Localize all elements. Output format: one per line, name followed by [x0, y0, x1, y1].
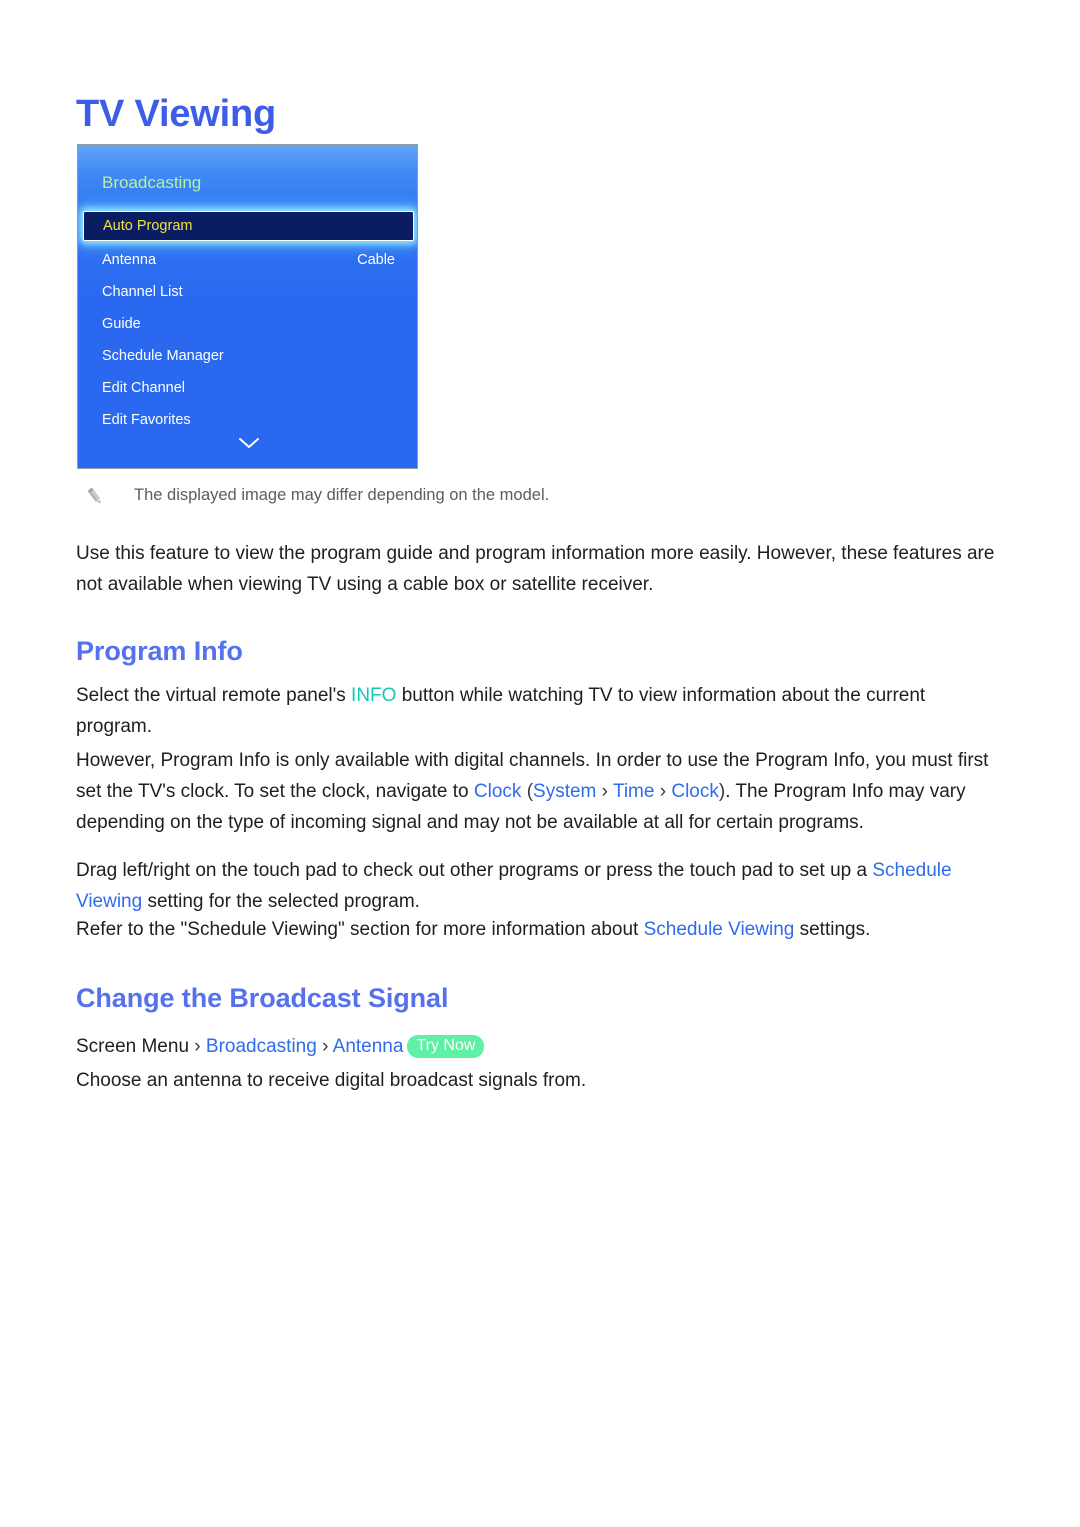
chevron-down-icon[interactable] [78, 437, 417, 450]
menu-link-system[interactable]: System [533, 781, 596, 802]
menu-link-broadcasting[interactable]: Broadcasting [206, 1036, 317, 1057]
page-title: TV Viewing [76, 93, 277, 136]
menu-separator: › [596, 781, 613, 802]
section-heading-change-broadcast-signal: Change the Broadcast Signal [76, 983, 449, 1014]
tv-menu-item-value: Cable [357, 252, 395, 268]
text-run: Select the virtual remote panel's [76, 685, 352, 706]
menu-link-clock[interactable]: Clock [474, 781, 522, 802]
text-run: settings. [794, 919, 871, 940]
tv-menu-item-edit-favorites[interactable]: Edit Favorites [78, 404, 417, 436]
note-line: The displayed image may differ depending… [84, 484, 549, 507]
note-text: The displayed image may differ depending… [134, 486, 550, 504]
try-now-badge[interactable]: Try Now [407, 1035, 485, 1058]
text-run: ( [521, 781, 534, 802]
tv-menu-item-label: Guide [102, 316, 141, 332]
tv-menu-item-edit-channel[interactable]: Edit Channel [78, 372, 417, 404]
intro-paragraph: Use this feature to view the program gui… [76, 543, 995, 595]
menu-separator: › [316, 1036, 333, 1057]
program-info-paragraph-4: Refer to the "Schedule Viewing" section … [76, 914, 1000, 945]
breadcrumb-root: Screen Menu [76, 1036, 190, 1057]
tv-menu-item-label: Edit Favorites [102, 412, 191, 428]
info-button-reference: INFO [351, 685, 397, 706]
menu-separator: › [189, 1036, 206, 1057]
pencil-icon [84, 485, 106, 507]
document-page: TV Viewing Broadcasting Auto Program Ant… [0, 0, 1080, 1527]
menu-link-antenna[interactable]: Antenna [333, 1036, 404, 1057]
text-run: Drag left/right on the touch pad to chec… [76, 860, 873, 881]
tv-menu-item-channel-list[interactable]: Channel List [78, 276, 417, 308]
menu-link-time[interactable]: Time [613, 781, 655, 802]
section-heading-program-info: Program Info [76, 636, 243, 667]
tv-menu-item-label: Schedule Manager [102, 348, 224, 364]
tv-menu-item-auto-program[interactable]: Auto Program [83, 211, 414, 241]
program-info-paragraph-3: Drag left/right on the touch pad to chec… [76, 855, 1000, 917]
tv-menu-item-label: Channel List [102, 284, 183, 300]
tv-menu-list: Auto Program Antenna Cable Channel List … [78, 211, 417, 436]
text-run: Refer to the "Schedule Viewing" section … [76, 919, 644, 940]
link-schedule-viewing-2[interactable]: Schedule Viewing [644, 919, 795, 940]
change-broadcast-signal-paragraph: Choose an antenna to receive digital bro… [76, 1070, 587, 1091]
tv-menu-header: Broadcasting [102, 173, 202, 192]
tv-menu-item-label: Auto Program [103, 218, 193, 234]
tv-menu-screenshot: Broadcasting Auto Program Antenna Cable … [77, 144, 418, 469]
menu-separator: › [654, 781, 672, 802]
tv-menu-item-label: Edit Channel [102, 380, 186, 396]
menu-path-breadcrumb: Screen Menu › Broadcasting › Antenna Try … [76, 1031, 1000, 1062]
tv-menu-item-schedule-manager[interactable]: Schedule Manager [78, 340, 417, 372]
tv-menu-item-antenna[interactable]: Antenna Cable [78, 244, 417, 276]
program-info-paragraph-2: However, Program Info is only available … [76, 745, 1000, 838]
tv-menu-item-label: Antenna [102, 252, 157, 268]
tv-menu-item-guide[interactable]: Guide [78, 308, 417, 340]
program-info-paragraph-1: Select the virtual remote panel's INFO b… [76, 680, 1000, 742]
text-run: setting for the selected program. [142, 891, 420, 912]
menu-link-clock-2[interactable]: Clock [671, 781, 719, 802]
